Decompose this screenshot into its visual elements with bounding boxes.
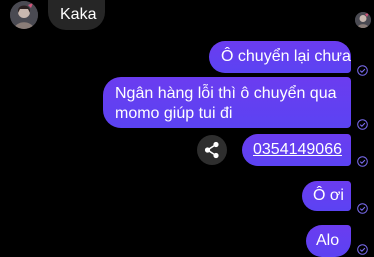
- seen-by-avatar: [355, 12, 371, 28]
- outgoing-message-text: Alo: [316, 232, 340, 249]
- check-circle-icon: [357, 156, 368, 167]
- outgoing-message-bubble[interactable]: Ngân hàng lỗi thì ô chuyển qua momo giúp…: [103, 77, 351, 128]
- contact-avatar[interactable]: [10, 1, 38, 29]
- outgoing-message-bubble[interactable]: Ô ơi: [302, 181, 351, 211]
- outgoing-message-line: momo giúp tui đi: [115, 105, 233, 122]
- check-circle-icon: [357, 244, 368, 255]
- check-circle-icon: [357, 65, 368, 76]
- check-circle-icon: [357, 119, 368, 130]
- outgoing-message-bubble[interactable]: Alo: [306, 225, 351, 257]
- phone-number-link[interactable]: 0354149066: [253, 141, 342, 158]
- avatar-image: [10, 1, 38, 29]
- seen-avatar-image: [355, 12, 371, 28]
- share-button[interactable]: [197, 135, 227, 165]
- share-icon: [204, 141, 219, 159]
- incoming-message-bubble[interactable]: Kaka: [48, 0, 105, 30]
- check-circle-icon: [357, 203, 368, 214]
- outgoing-message-line: Ngân hàng lỗi thì ô chuyển qua: [115, 85, 337, 102]
- outgoing-message-text: Ô ơi: [313, 187, 344, 204]
- outgoing-message-bubble[interactable]: Ô chuyển lại chưa: [209, 41, 351, 73]
- outgoing-message-text: Ô chuyển lại chưa: [221, 48, 351, 65]
- incoming-message-text: Kaka: [60, 6, 97, 23]
- outgoing-message-bubble[interactable]: 0354149066: [242, 134, 351, 166]
